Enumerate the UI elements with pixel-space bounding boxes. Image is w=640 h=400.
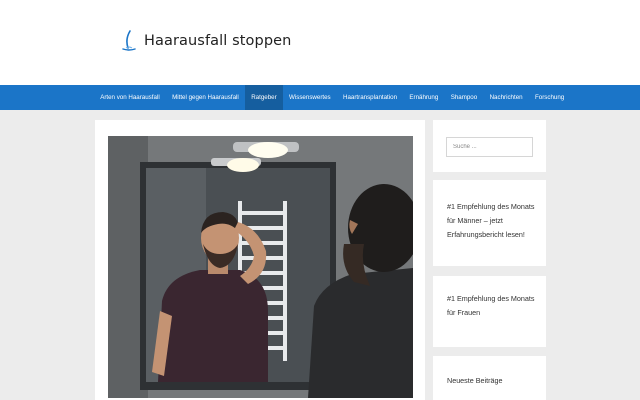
- nav-item-ernaehrung[interactable]: Ernährung: [403, 85, 444, 110]
- ad-widget-women: #1 Empfehlung des Monats für Frauen: [433, 276, 546, 347]
- search-widget: [433, 120, 546, 172]
- nav-item-arten[interactable]: Arten von Haarausfall: [94, 85, 166, 110]
- nav-item-forschung[interactable]: Forschung: [529, 85, 571, 110]
- nav-item-ratgeber[interactable]: Ratgeber: [245, 85, 283, 110]
- ad-link-men[interactable]: #1 Empfehlung des Monats für Männer – je…: [447, 200, 536, 242]
- nav-item-shampoo[interactable]: Shampoo: [445, 85, 484, 110]
- hero-image[interactable]: [108, 136, 413, 398]
- nav-item-mittel[interactable]: Mittel gegen Haarausfall: [166, 85, 245, 110]
- ad-link-women[interactable]: #1 Empfehlung des Monats für Frauen: [447, 292, 536, 320]
- man-mirror-illustration: [108, 136, 413, 398]
- recent-posts-title: Neueste Beiträge: [447, 376, 503, 385]
- recent-posts-widget: Neueste Beiträge: [433, 356, 546, 400]
- ad-widget-men: #1 Empfehlung des Monats für Männer – je…: [433, 180, 546, 266]
- main-navigation: Arten von Haarausfall Mittel gegen Haara…: [0, 85, 640, 110]
- search-input[interactable]: [446, 137, 533, 157]
- nav-item-wissenswertes[interactable]: Wissenswertes: [283, 85, 337, 110]
- main-content: [95, 120, 425, 400]
- hair-strand-icon: [122, 30, 136, 51]
- site-logo[interactable]: Haarausfall stoppen: [120, 30, 291, 52]
- nav-item-nachrichten[interactable]: Nachrichten: [483, 85, 528, 110]
- site-title[interactable]: Haarausfall stoppen: [144, 33, 291, 49]
- site-header: Haarausfall stoppen: [0, 0, 640, 85]
- nav-item-haartransplantation[interactable]: Haartransplantation: [337, 85, 403, 110]
